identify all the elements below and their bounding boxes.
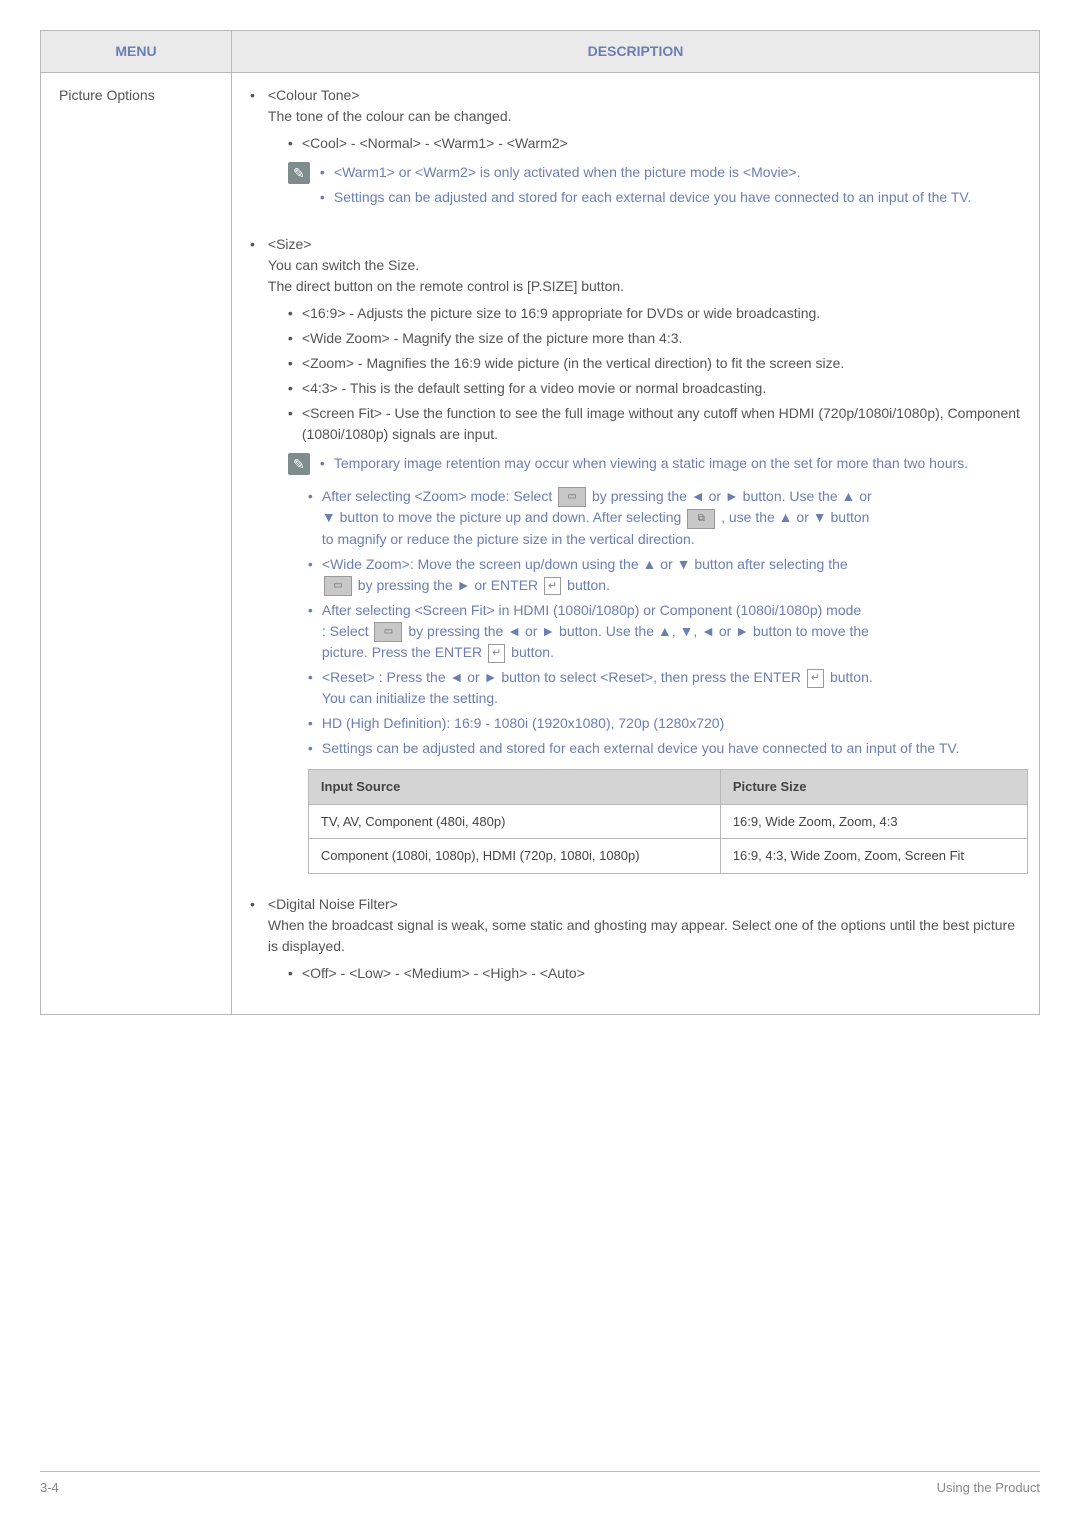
size-item-1: <Wide Zoom> - Magnify the size of the pi… [288,328,1021,349]
table-row: TV, AV, Component (480i, 480p) 16:9, Wid… [308,804,1027,839]
table-row: Component (1080i, 1080p), HDMI (720p, 10… [308,839,1027,874]
note-text: button. [567,577,610,593]
note-text: picture. Press the ENTER [322,644,482,660]
note-text: by pressing the ◄ or ► button. Use the ▲… [592,488,872,504]
enter-icon: ↵ [488,644,505,663]
size-item-4: <Screen Fit> - Use the function to see t… [288,403,1021,445]
note-text: button. [511,644,554,660]
header-description: DESCRIPTION [232,31,1040,73]
size-note-screenfit: After selecting <Screen Fit> in HDMI (10… [308,600,1021,663]
table-cell: 16:9, 4:3, Wide Zoom, Zoom, Screen Fit [720,839,1027,874]
note-text: to magnify or reduce the picture size in… [322,531,695,547]
tools-icon: ▭ [374,622,402,642]
tools-icon: ▭ [558,487,586,507]
note-icon: ✎ [288,453,310,475]
note-text: <Wide Zoom>: Move the screen up/down usi… [322,556,848,572]
enter-icon: ↵ [807,669,824,688]
picture-size-table: Input Source Picture Size TV, AV, Compon… [308,769,1028,874]
note-text: <Reset> : Press the ◄ or ► button to sel… [322,669,801,685]
menu-cell: Picture Options [41,73,232,1015]
table-header-input: Input Source [308,770,720,805]
note-text: , use the ▲ or ▼ button [721,509,869,525]
table-header-size: Picture Size [720,770,1027,805]
note-icon: ✎ [288,162,310,184]
size-note-reset: <Reset> : Press the ◄ or ► button to sel… [308,667,1021,709]
footer-page-number: 3-4 [40,1478,59,1498]
note-text: After selecting <Zoom> mode: Select [322,488,552,504]
footer-section-title: Using the Product [937,1478,1040,1498]
tools-icon: ▭ [324,576,352,596]
size-item-3: <4:3> - This is the default setting for … [288,378,1021,399]
table-cell: TV, AV, Component (480i, 480p) [308,804,720,839]
description-table: MENU DESCRIPTION Picture Options • <Colo… [40,30,1040,1015]
table-cell: Component (1080i, 1080p), HDMI (720p, 10… [308,839,720,874]
position-icon: ⧉ [687,509,715,529]
size-item-0: <16:9> - Adjusts the picture size to 16:… [288,303,1021,324]
note-text: by pressing the ► or ENTER [358,577,538,593]
size-title: <Size> [268,236,312,252]
enter-icon: ↵ [544,577,561,596]
dnf-title: <Digital Noise Filter> [268,896,398,912]
size-note-settings: Settings can be adjusted and stored for … [308,738,1021,759]
colour-tone-desc: The tone of the colour can be changed. [268,108,512,124]
note-text: You can initialize the setting. [322,690,498,706]
colour-tone-note-1: <Warm1> or <Warm2> is only activated whe… [320,162,1021,183]
colour-tone-title: <Colour Tone> [268,87,360,103]
note-text: After selecting <Screen Fit> in HDMI (10… [322,602,861,618]
dnf-desc: When the broadcast signal is weak, some … [268,917,1015,954]
colour-tone-options: <Cool> - <Normal> - <Warm1> - <Warm2> [288,133,1021,154]
note-text: ▼ button to move the picture up and down… [322,509,681,525]
size-note-hd: HD (High Definition): 16:9 - 1080i (1920… [308,713,1021,734]
size-note-zoom: After selecting <Zoom> mode: Select ▭ by… [308,486,1021,550]
table-cell: 16:9, Wide Zoom, Zoom, 4:3 [720,804,1027,839]
size-desc2: The direct button on the remote control … [268,278,624,294]
dnf-options: <Off> - <Low> - <Medium> - <High> - <Aut… [288,963,1021,984]
size-note-widezoom: <Wide Zoom>: Move the screen up/down usi… [308,554,1021,596]
size-desc1: You can switch the Size. [268,257,419,273]
colour-tone-note-2: Settings can be adjusted and stored for … [320,187,1021,208]
note-text: button. [830,669,873,685]
note-text: by pressing the ◄ or ► button. Use the ▲… [408,623,869,639]
size-note-retention: Temporary image retention may occur when… [320,453,1021,474]
size-item-2: <Zoom> - Magnifies the 16:9 wide picture… [288,353,1021,374]
description-cell: • <Colour Tone> The tone of the colour c… [232,73,1040,1015]
note-text: : Select [322,623,369,639]
page-footer: 3-4 Using the Product [40,1471,1040,1498]
header-menu: MENU [41,31,232,73]
